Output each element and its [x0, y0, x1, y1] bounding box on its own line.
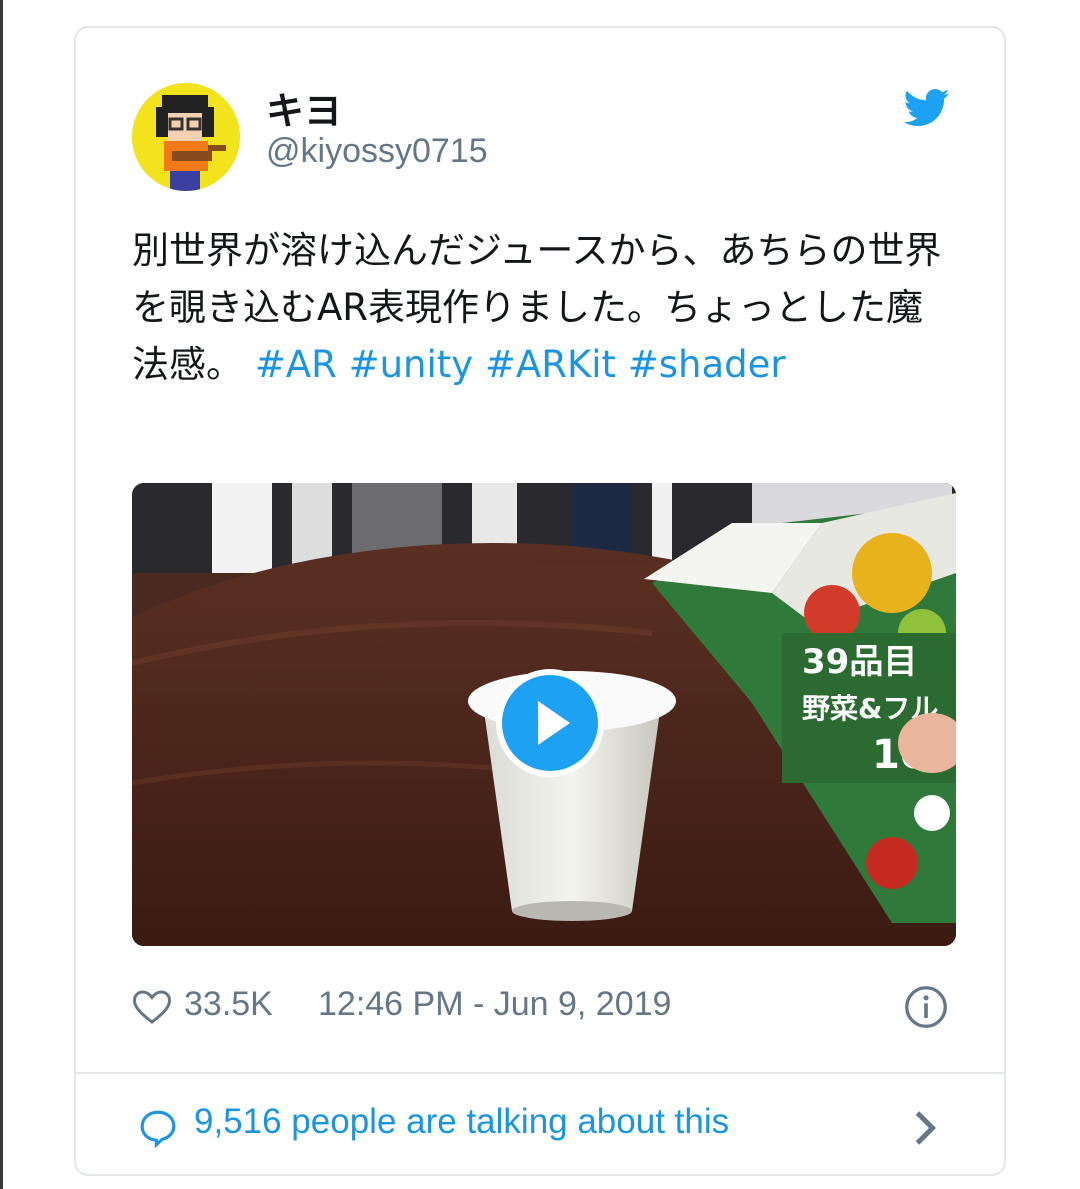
- talking-count-link[interactable]: 9,516 people are talking about this: [194, 1102, 729, 1142]
- play-icon: [538, 701, 570, 745]
- avatar-pixel-art-icon: [132, 83, 240, 191]
- tweet-text: 別世界が溶け込んだジュースから、あちらの世界を覗き込むAR表現作りました。ちょっ…: [132, 222, 952, 393]
- carton-label-1: 39品目: [802, 642, 917, 682]
- display-name[interactable]: キヨ: [266, 80, 342, 135]
- user-handle[interactable]: @kiyossy0715: [266, 132, 488, 171]
- conversation-link[interactable]: 9,516 people are talking about this: [76, 1074, 1004, 1174]
- tweet-meta: 33.5K 12:46 PM - Jun 9, 2019: [132, 983, 952, 1031]
- play-button[interactable]: [496, 669, 604, 777]
- hashtag-unity[interactable]: #unity: [349, 343, 474, 386]
- twitter-bird-icon[interactable]: [904, 88, 950, 128]
- info-icon[interactable]: [904, 985, 948, 1029]
- hashtag-arkit[interactable]: #ARKit: [485, 343, 616, 386]
- speech-bubble-icon: [140, 1110, 176, 1148]
- heart-icon[interactable]: [132, 987, 172, 1027]
- hashtag-ar[interactable]: #AR: [255, 343, 337, 386]
- timestamp[interactable]: 12:46 PM - Jun 9, 2019: [318, 985, 671, 1024]
- chevron-right-icon[interactable]: [910, 1108, 940, 1148]
- video-thumbnail[interactable]: 39品目 野菜&フル 100: [132, 483, 956, 946]
- hashtag-shader[interactable]: #shader: [628, 343, 786, 386]
- tweet-card[interactable]: キヨ @kiyossy0715 別世界が溶け込んだジュースから、あちらの世界を覗…: [74, 26, 1006, 1176]
- like-count[interactable]: 33.5K: [184, 985, 273, 1024]
- avatar[interactable]: [132, 83, 240, 191]
- screen-edge: [0, 0, 3, 1189]
